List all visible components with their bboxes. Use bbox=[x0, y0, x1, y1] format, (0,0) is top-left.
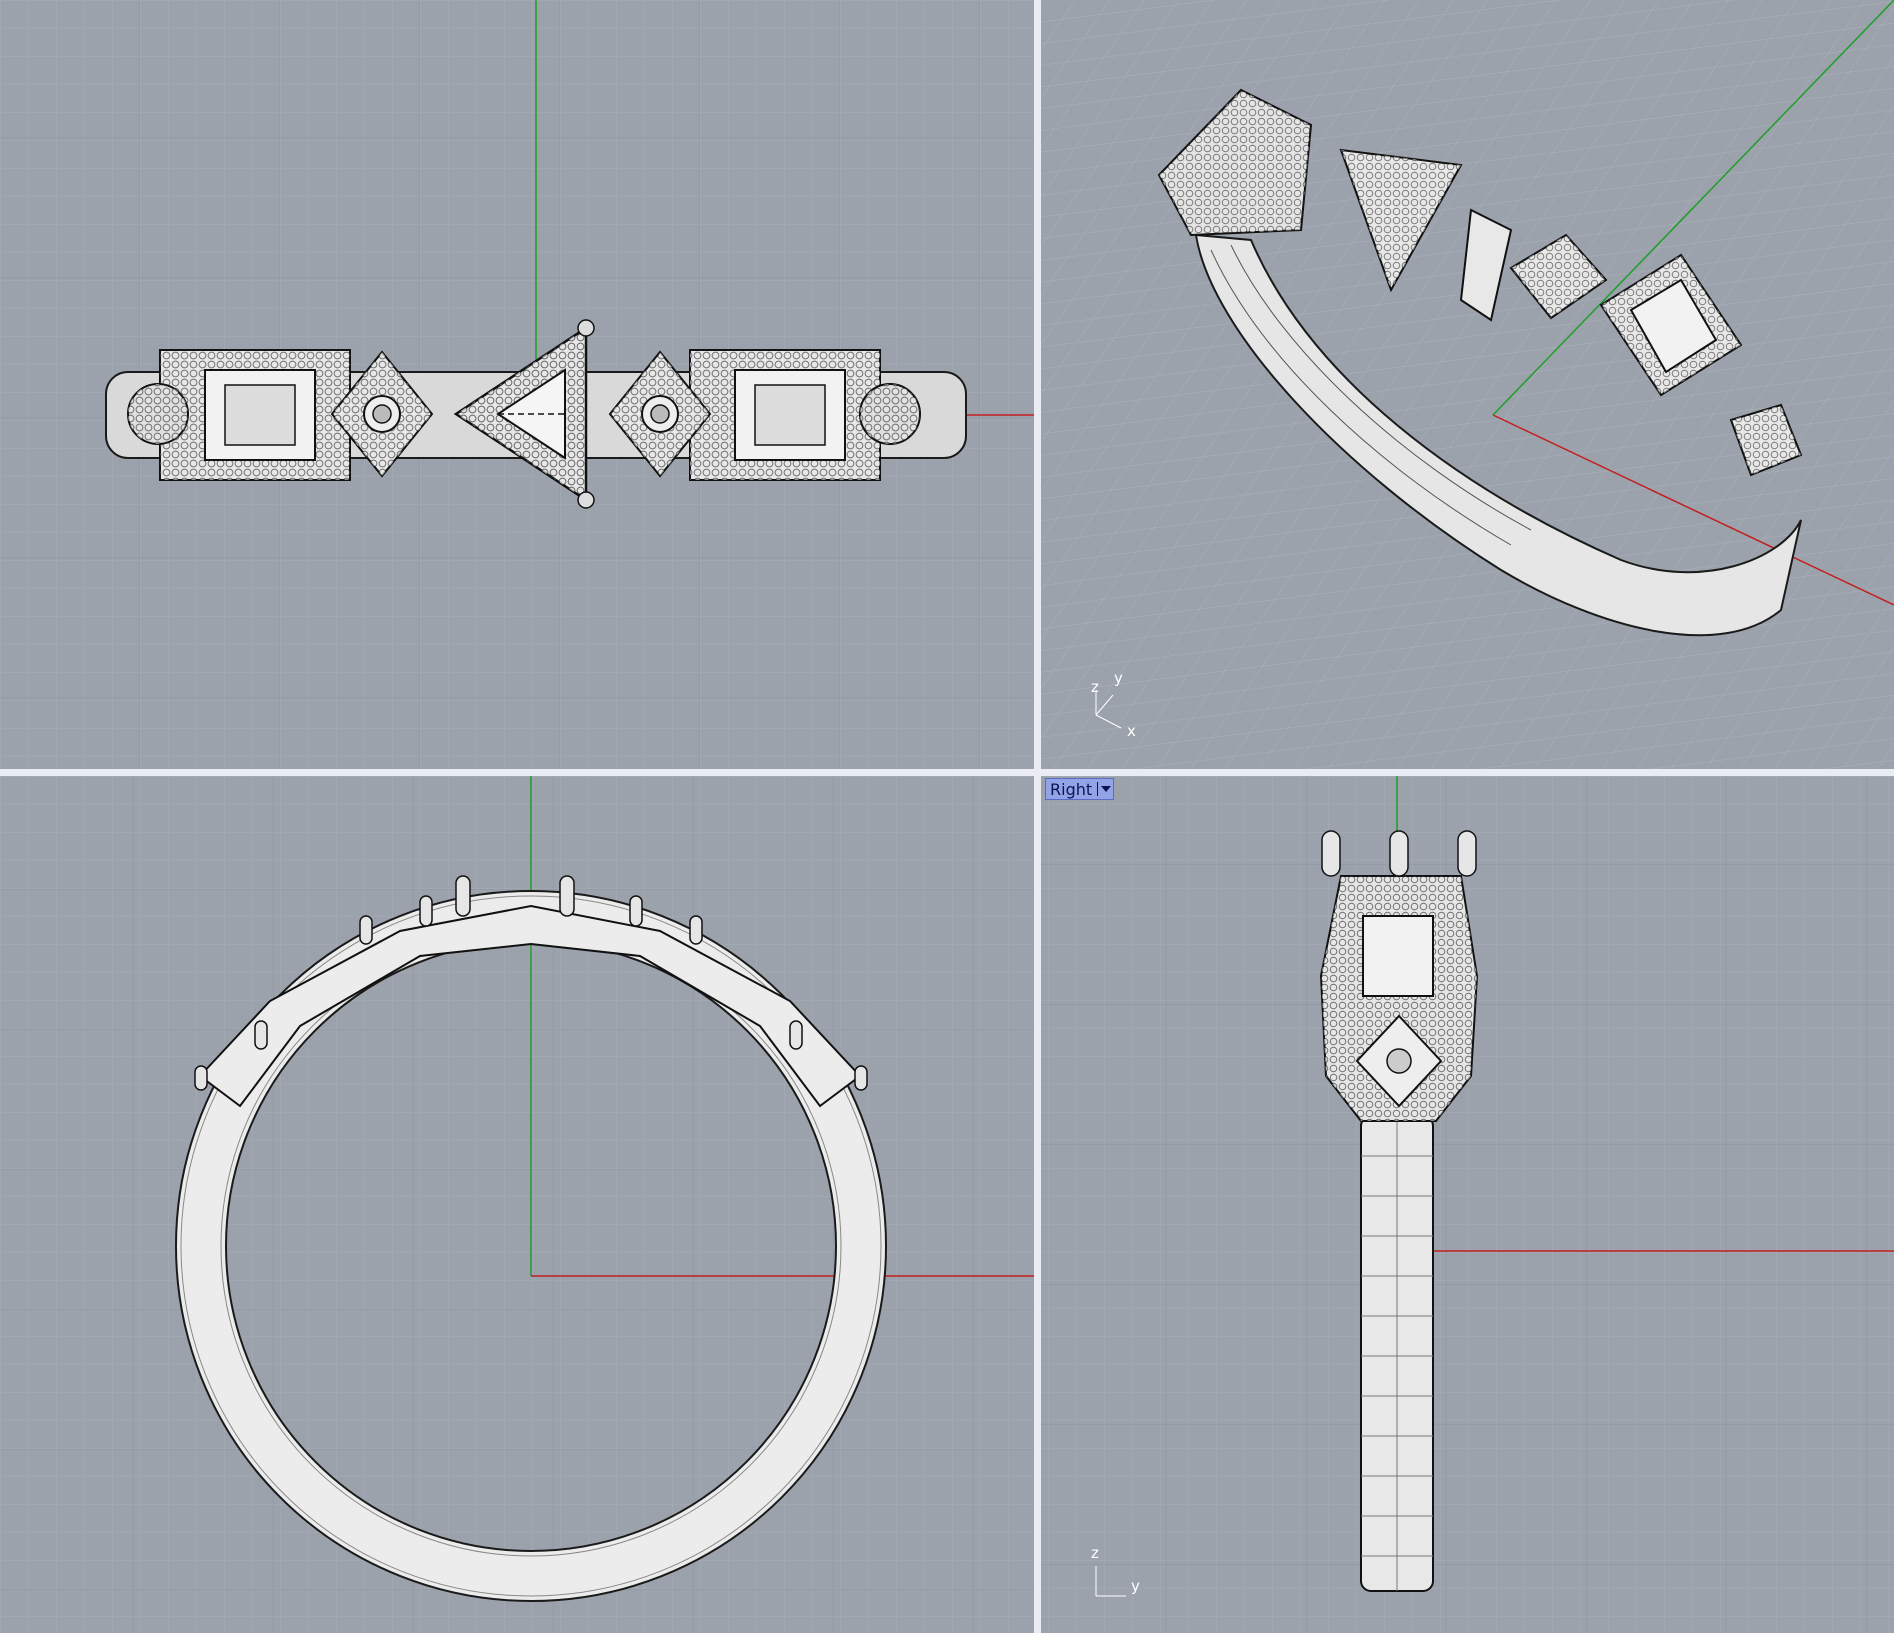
viewport-divider-horizontal[interactable] bbox=[0, 769, 1894, 776]
axis-z-label: z bbox=[1091, 678, 1099, 696]
right-view-canvas: z y bbox=[1041, 776, 1894, 1633]
perspective-view-canvas: z y x bbox=[1041, 0, 1894, 769]
front-view-canvas bbox=[0, 776, 1034, 1633]
viewport-right[interactable]: z y Right bbox=[1041, 776, 1894, 1633]
viewport-perspective[interactable]: z y x bbox=[1041, 0, 1894, 769]
chevron-down-icon[interactable] bbox=[1101, 786, 1112, 792]
top-view-canvas bbox=[0, 0, 1034, 769]
grid bbox=[1041, 0, 1894, 769]
axis-y-label: y bbox=[1131, 1577, 1140, 1595]
viewport-top[interactable] bbox=[0, 0, 1034, 769]
axis-x-label: x bbox=[1127, 722, 1136, 740]
viewport-divider-vertical[interactable] bbox=[1034, 0, 1041, 1633]
axis-z-label: z bbox=[1091, 1544, 1099, 1562]
viewport-title: Right bbox=[1050, 779, 1093, 799]
viewport-title-tab[interactable]: Right bbox=[1045, 778, 1115, 800]
axis-y-label: y bbox=[1114, 669, 1123, 687]
viewport-front[interactable] bbox=[0, 776, 1034, 1633]
